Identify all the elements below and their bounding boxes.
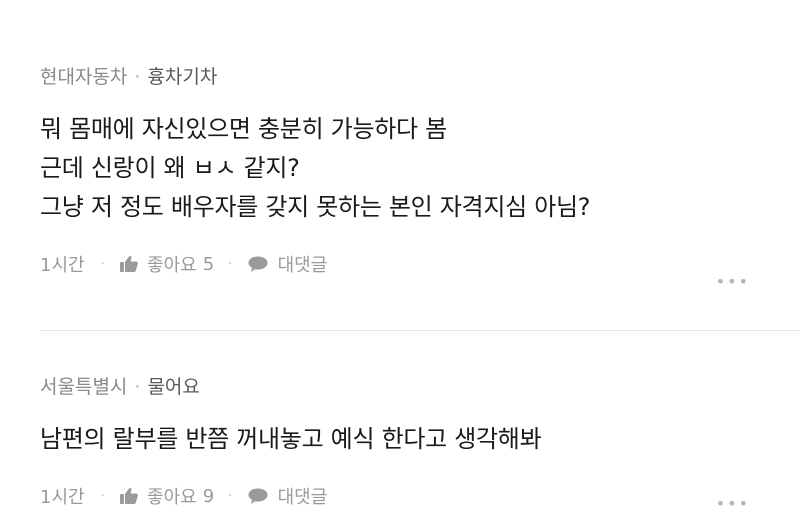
comment-body: 뭐 몸매에 자신있으면 충분히 가능하다 봄 근데 신랑이 왜 ㅂㅅ 같지? 그… — [40, 110, 800, 227]
comment-body: 남편의 랄부를 반쯤 꺼내놓고 예식 한다고 생각해봐 — [40, 420, 800, 459]
comment-line: 그냥 저 정도 배우자를 갖지 못하는 본인 자격지심 아님? — [40, 193, 591, 221]
comment-actions: 1시간 · 좋아요 5 · 대댓글 — [40, 249, 800, 279]
more-dots-icon[interactable]: ••• — [716, 272, 750, 291]
meta-separator: · — [134, 376, 141, 398]
comment-time: 1시간 — [40, 487, 85, 508]
comment-actions: 1시간 · 좋아요 9 · 대댓글 — [40, 481, 800, 511]
thumbs-up-icon — [120, 487, 138, 504]
comment-line: 뭐 몸매에 자신있으면 충분히 가능하다 봄 — [40, 115, 447, 143]
author-region: 서울특별시 — [40, 376, 128, 398]
comment-meta: 현대자동차 · 흉차기차 — [40, 62, 800, 92]
like-count: 5 — [202, 253, 215, 275]
comment-line: 근데 신랑이 왜 ㅂㅅ 같지? — [40, 154, 300, 182]
comment-divider — [40, 330, 800, 331]
reply-label: 대댓글 — [277, 255, 328, 276]
comment-time: 1시간 — [40, 255, 85, 276]
like-label: 좋아요 — [147, 487, 197, 508]
action-separator: · — [100, 488, 106, 504]
like-button[interactable]: 좋아요 5 — [119, 251, 214, 277]
reply-button[interactable]: 대댓글 — [247, 251, 328, 277]
comment-line: 남편의 랄부를 반쯤 꺼내놓고 예식 한다고 생각해봐 — [40, 425, 542, 453]
comment-item: 서울특별시 · 물어요 남편의 랄부를 반쯤 꺼내놓고 예식 한다고 생각해봐 1시… — [40, 372, 800, 513]
comment-meta: 서울특별시 · 물어요 — [40, 372, 800, 402]
speech-bubble-icon — [248, 488, 268, 504]
author-nickname[interactable]: 물어요 — [147, 376, 199, 398]
author-nickname[interactable]: 흉차기차 — [147, 66, 217, 88]
action-separator: · — [228, 488, 233, 504]
reply-label: 대댓글 — [277, 487, 328, 508]
like-count: 9 — [202, 485, 215, 507]
comment-item: 현대자동차 · 흉차기차 뭐 몸매에 자신있으면 충분히 가능하다 봄 근데 신랑이… — [40, 62, 800, 291]
thumbs-up-icon — [120, 255, 138, 272]
action-separator: · — [100, 256, 106, 272]
more-dots-icon[interactable]: ••• — [716, 494, 750, 513]
author-region: 현대자동차 — [40, 66, 128, 88]
speech-bubble-icon — [248, 256, 268, 272]
like-label: 좋아요 — [147, 255, 197, 276]
meta-separator: · — [134, 66, 141, 88]
action-separator: · — [228, 256, 233, 272]
like-button[interactable]: 좋아요 9 — [119, 483, 214, 509]
reply-button[interactable]: 대댓글 — [247, 483, 328, 509]
